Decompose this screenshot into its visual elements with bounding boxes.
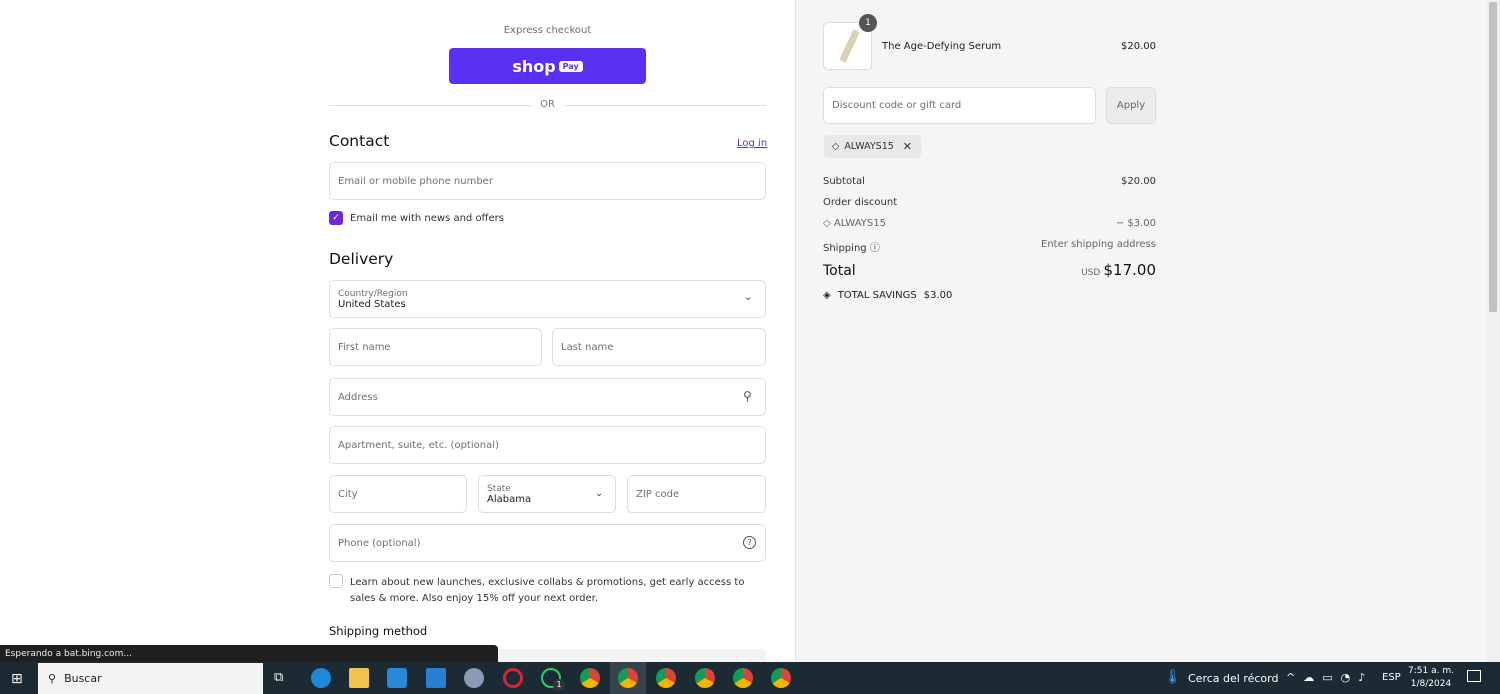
app-icon[interactable] (464, 668, 484, 688)
pay-badge: Pay (558, 60, 583, 72)
scrollbar-thumb[interactable] (1489, 2, 1497, 312)
discount-code-row: ◇ ALWAYS15 − $3.00 (823, 218, 1156, 229)
store-icon[interactable] (387, 668, 407, 688)
language-indicator[interactable]: ESP (1382, 672, 1401, 683)
email-field[interactable]: Email or mobile phone number (329, 162, 766, 200)
discount-code: ALWAYS15 (833, 218, 886, 229)
help-icon[interactable]: ⓘ (870, 243, 880, 254)
currency: USD (1081, 268, 1101, 278)
task-view-icon[interactable]: ⧉ (274, 670, 283, 685)
total-label: Total (823, 263, 856, 279)
file-explorer-icon[interactable] (349, 668, 369, 688)
savings-value: $3.00 (923, 290, 953, 301)
marketing-checkbox[interactable] (329, 574, 343, 588)
notifications-icon[interactable] (1467, 670, 1481, 682)
order-discount-label: Order discount (823, 197, 898, 208)
tag-icon: ◇ (823, 218, 834, 229)
country-select[interactable]: Country/Region United States (329, 280, 766, 318)
chrome-icon[interactable] (656, 668, 676, 688)
subtotal-value: $20.00 (1121, 176, 1156, 187)
chevron-down-icon: ⌄ (595, 488, 604, 499)
weather-label[interactable]: Cerca del récord (1188, 672, 1278, 685)
product-price: $20.00 (1121, 41, 1156, 52)
shop-pay-logo: shop (512, 56, 556, 76)
contact-heading: Contact (329, 132, 390, 150)
city-field[interactable]: City (329, 475, 467, 513)
savings-tag-icon: ◈ (823, 290, 831, 301)
shop-pay-button[interactable]: shop Pay (449, 48, 646, 84)
shipping-row: Shipping ⓘ Enter shipping address (823, 239, 1156, 254)
chevron-down-icon: ⌄ (744, 292, 753, 303)
date: 1/8/2024 (1410, 679, 1452, 689)
last-name-field[interactable]: Last name (552, 328, 766, 366)
express-checkout-label: Express checkout (503, 25, 592, 36)
shipping-label: Shipping (823, 243, 867, 254)
mail-icon[interactable] (426, 668, 446, 688)
system-tray-icons[interactable]: ^☁▭◔♪ (1286, 671, 1373, 684)
total-row: Total USD $17.00 (823, 261, 1156, 279)
newsletter-label: Email me with news and offers (350, 213, 504, 224)
time: 7:51 a. m. (1408, 666, 1454, 676)
search-label: Buscar (64, 672, 102, 685)
subtotal-label: Subtotal (823, 176, 865, 187)
order-discount-row: Order discount (823, 197, 1156, 208)
chrome-icon[interactable] (618, 668, 638, 688)
country-value: United States (338, 298, 406, 310)
scrollbar[interactable] (1486, 0, 1500, 662)
discount-amount: − $3.00 (1115, 218, 1156, 229)
chrome-icon[interactable] (733, 668, 753, 688)
zip-field[interactable]: ZIP code (627, 475, 766, 513)
windows-start-icon[interactable]: ⊞ (11, 671, 23, 687)
product-name: The Age-Defying Serum (882, 41, 1002, 52)
total-savings: ◈ TOTAL SAVINGS $3.00 (823, 290, 952, 301)
apartment-field[interactable]: Apartment, suite, etc. (optional) (329, 426, 766, 464)
delivery-heading: Delivery (329, 250, 394, 268)
shipping-value: Enter shipping address (1041, 239, 1156, 250)
total-value: $17.00 (1103, 261, 1157, 279)
edge-icon[interactable] (311, 668, 331, 688)
state-label: State (487, 483, 511, 494)
shipping-method-heading: Shipping method (329, 624, 428, 638)
first-name-field[interactable]: First name (329, 328, 542, 366)
divider (329, 105, 531, 106)
chrome-icon[interactable] (580, 668, 600, 688)
search-icon: ⚲ (48, 672, 57, 685)
chrome-icon[interactable] (771, 668, 791, 688)
help-icon[interactable]: ? (743, 536, 756, 549)
clock[interactable]: 7:51 a. m. 1/8/2024 (1404, 665, 1458, 691)
apply-button[interactable]: Apply (1106, 87, 1156, 124)
divider (564, 105, 766, 106)
phone-field[interactable]: Phone (optional) (329, 524, 766, 562)
state-value: Alabama (487, 493, 532, 505)
marketing-label: Learn about new launches, exclusive coll… (350, 577, 745, 604)
or-separator: OR (540, 99, 555, 110)
country-label: Country/Region (338, 288, 408, 299)
chrome-icon[interactable] (695, 668, 715, 688)
search-icon: ⚲ (743, 389, 752, 403)
savings-label: TOTAL SAVINGS (837, 290, 917, 301)
remove-discount-icon[interactable]: ✕ (903, 140, 912, 153)
whatsapp-badge: 1 (553, 679, 565, 691)
thermometer-icon: 🌡 (1164, 669, 1182, 685)
browser-status-bar: Esperando a bat.bing.com... (0, 645, 498, 662)
opera-icon[interactable] (503, 668, 523, 688)
address-field[interactable]: Address (329, 378, 766, 416)
subtotal-row: Subtotal $20.00 (823, 176, 1156, 187)
tag-icon: ◇ (832, 141, 840, 152)
taskbar-search[interactable]: ⚲ Buscar (38, 663, 263, 694)
applied-code: ALWAYS15 (844, 141, 894, 152)
log-in-link[interactable]: Log in (737, 138, 767, 149)
quantity-badge: 1 (859, 14, 877, 32)
discount-code-input[interactable]: Discount code or gift card (823, 87, 1096, 124)
newsletter-checkbox[interactable]: ✓ (329, 211, 343, 225)
applied-discount-tag: ◇ ALWAYS15 ✕ (824, 135, 921, 158)
